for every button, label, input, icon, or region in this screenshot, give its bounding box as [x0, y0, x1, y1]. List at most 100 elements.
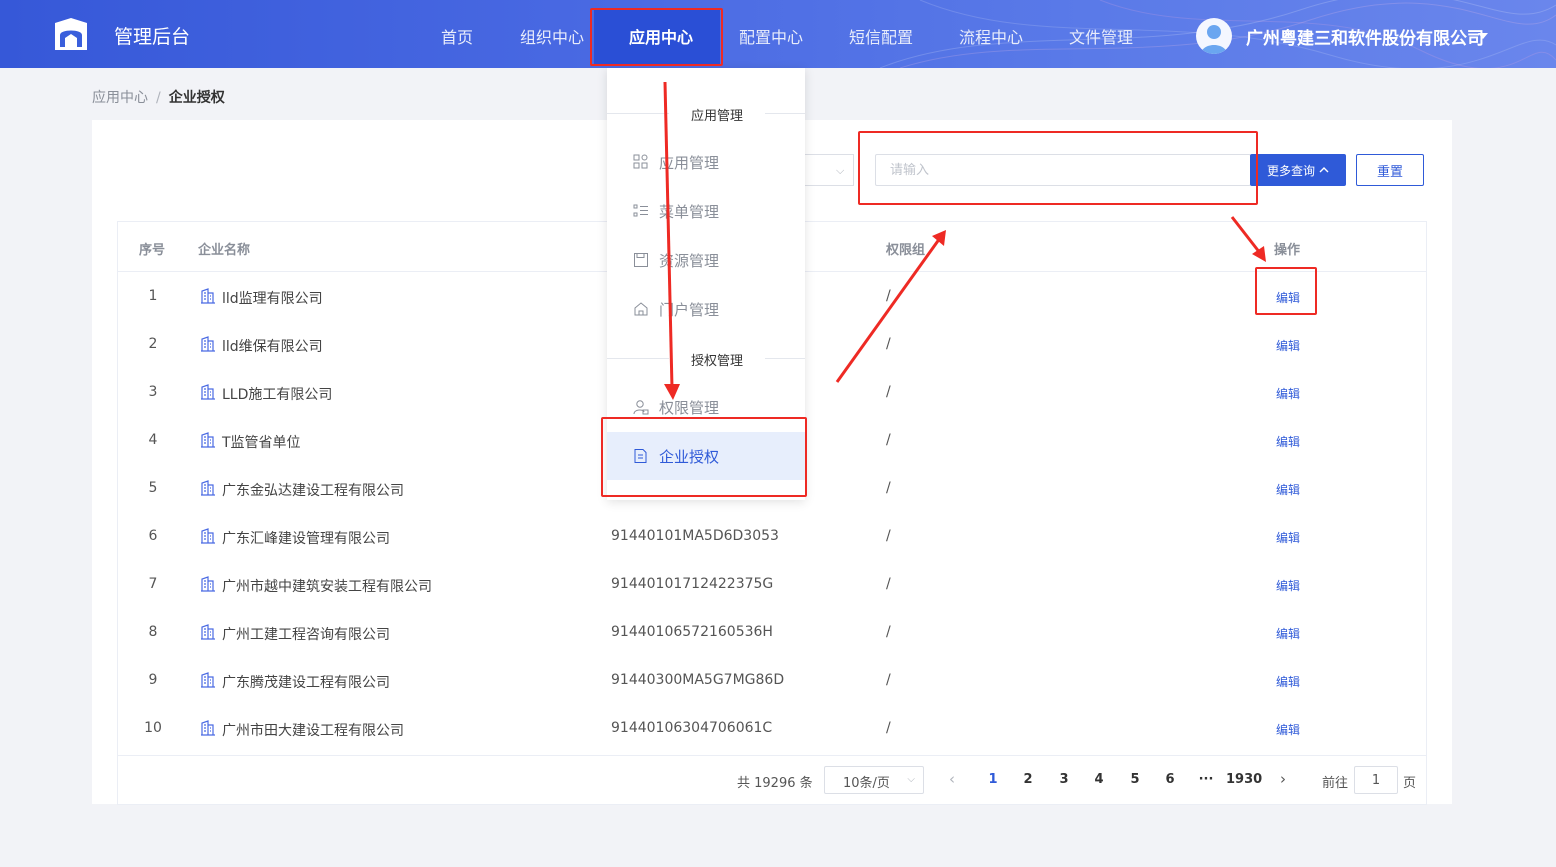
- edit-link[interactable]: 编辑: [1276, 673, 1300, 690]
- row-index: 3: [148, 384, 158, 400]
- more-query-label: 更多查询: [1266, 163, 1315, 178]
- company-name-cell: 广东汇峰建设管理有限公司: [222, 531, 390, 547]
- permission-cell: /: [886, 384, 891, 400]
- company-name-cell: T监管省单位: [222, 435, 301, 451]
- menu-list-icon: [633, 204, 648, 217]
- nav-process-center[interactable]: 流程中心: [959, 24, 1023, 48]
- page-ellipsis[interactable]: ···: [1191, 772, 1221, 787]
- building-icon: [201, 624, 215, 640]
- building-icon: [201, 480, 215, 496]
- permission-cell: /: [886, 528, 891, 544]
- row-index: 8: [148, 624, 158, 640]
- edit-link[interactable]: 编辑: [1276, 433, 1300, 450]
- building-icon: [201, 432, 215, 448]
- goto-page-input[interactable]: [1354, 766, 1398, 794]
- permission-cell: /: [886, 336, 891, 352]
- page-6[interactable]: 6: [1155, 772, 1185, 787]
- nav-file-management[interactable]: 文件管理: [1069, 24, 1133, 48]
- company-name-cell: lld监理有限公司: [222, 291, 323, 307]
- chevron-down-icon: ⌵: [907, 774, 915, 785]
- page-last[interactable]: 1930: [1226, 772, 1262, 787]
- filter-select[interactable]: ⌵: [802, 154, 854, 186]
- building-icon: [201, 720, 215, 736]
- goto-prefix: 前往: [1322, 776, 1349, 791]
- chevron-down-icon[interactable]: [1478, 33, 1488, 39]
- row-index: 5: [148, 480, 158, 496]
- building-icon: [201, 384, 215, 400]
- menu-item-enterprise-authorization[interactable]: 企业授权: [607, 432, 805, 480]
- avatar[interactable]: [1196, 18, 1232, 54]
- permission-cell: /: [886, 624, 891, 640]
- building-icon: [201, 528, 215, 544]
- breadcrumb-parent[interactable]: 应用中心: [92, 90, 148, 106]
- company-name[interactable]: 广州粤建三和软件股份有限公司: [1246, 24, 1484, 49]
- search-input[interactable]: [875, 154, 1251, 186]
- permission-cell: /: [886, 480, 891, 496]
- row-index: 2: [148, 336, 158, 352]
- edit-link[interactable]: 编辑: [1276, 481, 1300, 498]
- prev-page-button[interactable]: ‹: [949, 770, 955, 788]
- permission-cell: /: [886, 432, 891, 448]
- menu-item-portal-management[interactable]: 门户管理: [607, 289, 805, 329]
- credit-code-cell: 91440106572160536H: [611, 624, 773, 640]
- row-index: 6: [148, 528, 158, 544]
- menu-item-app-management[interactable]: 应用管理: [607, 142, 805, 182]
- permission-cell: /: [886, 672, 891, 688]
- company-name-cell: 广州工建工程咨询有限公司: [222, 627, 390, 643]
- nav-home[interactable]: 首页: [441, 24, 473, 48]
- document-icon: [634, 449, 647, 463]
- edit-link[interactable]: 编辑: [1276, 625, 1300, 642]
- building-icon: [201, 288, 215, 304]
- reset-button[interactable]: 重置: [1356, 154, 1424, 186]
- edit-link[interactable]: 编辑: [1276, 385, 1300, 402]
- menu-item-label: 应用管理: [659, 154, 720, 172]
- company-name-cell: lld维保有限公司: [222, 339, 323, 355]
- page-4[interactable]: 4: [1084, 772, 1114, 787]
- breadcrumb-current: 企业授权: [168, 90, 225, 106]
- building-icon: [201, 336, 215, 352]
- logo-icon: [55, 18, 87, 50]
- nav-org-center[interactable]: 组织中心: [520, 24, 584, 48]
- menu-group-app: 应用管理: [607, 103, 805, 124]
- chevron-up-icon: [1319, 167, 1329, 173]
- edit-link[interactable]: 编辑: [1276, 337, 1300, 354]
- company-name-cell: 广东腾茂建设工程有限公司: [222, 675, 390, 691]
- credit-code-cell: 91440101MA5D6D3053: [611, 528, 779, 544]
- edit-link[interactable]: 编辑: [1276, 529, 1300, 546]
- apps-icon: [633, 154, 648, 169]
- chevron-down-icon: ⌵: [836, 164, 845, 177]
- breadcrumb-separator: /: [156, 90, 161, 106]
- table-footer-divider: [118, 755, 1426, 756]
- page-1[interactable]: 1: [978, 772, 1008, 787]
- edit-link[interactable]: 编辑: [1276, 289, 1300, 306]
- home-icon: [634, 302, 648, 316]
- next-page-button[interactable]: ›: [1280, 770, 1286, 788]
- header-index: 序号: [139, 243, 166, 258]
- nav-sms-config[interactable]: 短信配置: [849, 24, 913, 48]
- permission-cell: /: [886, 576, 891, 592]
- more-query-button[interactable]: 更多查询: [1250, 154, 1346, 186]
- table-row: 6 广东汇峰建设管理有限公司 91440101MA5D6D3053 / 编辑: [118, 512, 1426, 560]
- edit-link[interactable]: 编辑: [1276, 721, 1300, 738]
- table-row: 10 广州市田大建设工程有限公司 91440106304706061C / 编辑: [118, 704, 1426, 752]
- header-action: 操作: [1274, 243, 1301, 258]
- nav-app-center[interactable]: 应用中心: [629, 24, 693, 48]
- table-row: 8 广州工建工程咨询有限公司 91440106572160536H / 编辑: [118, 608, 1426, 656]
- nav-config-center[interactable]: 配置中心: [739, 24, 803, 48]
- page-size-value: 10条/页: [843, 776, 890, 791]
- company-name-cell: LLD施工有限公司: [222, 387, 333, 403]
- menu-item-label: 企业授权: [659, 448, 720, 466]
- edit-link[interactable]: 编辑: [1276, 577, 1300, 594]
- menu-item-permission-management[interactable]: 权限管理: [607, 387, 805, 427]
- menu-item-label: 资源管理: [659, 252, 720, 270]
- page-5[interactable]: 5: [1120, 772, 1150, 787]
- page-2[interactable]: 2: [1013, 772, 1043, 787]
- menu-item-resource-management[interactable]: 资源管理: [607, 240, 805, 280]
- page-3[interactable]: 3: [1049, 772, 1079, 787]
- menu-item-menu-management[interactable]: 菜单管理: [607, 191, 805, 231]
- page-size-select[interactable]: 10条/页 ⌵: [824, 766, 924, 794]
- header-name: 企业名称: [198, 243, 251, 258]
- table-row: 9 广东腾茂建设工程有限公司 91440300MA5G7MG86D / 编辑: [118, 656, 1426, 704]
- table-row: 7 广州市越中建筑安装工程有限公司 91440101712422375G / 编…: [118, 560, 1426, 608]
- company-name-cell: 广东金弘达建设工程有限公司: [222, 483, 404, 499]
